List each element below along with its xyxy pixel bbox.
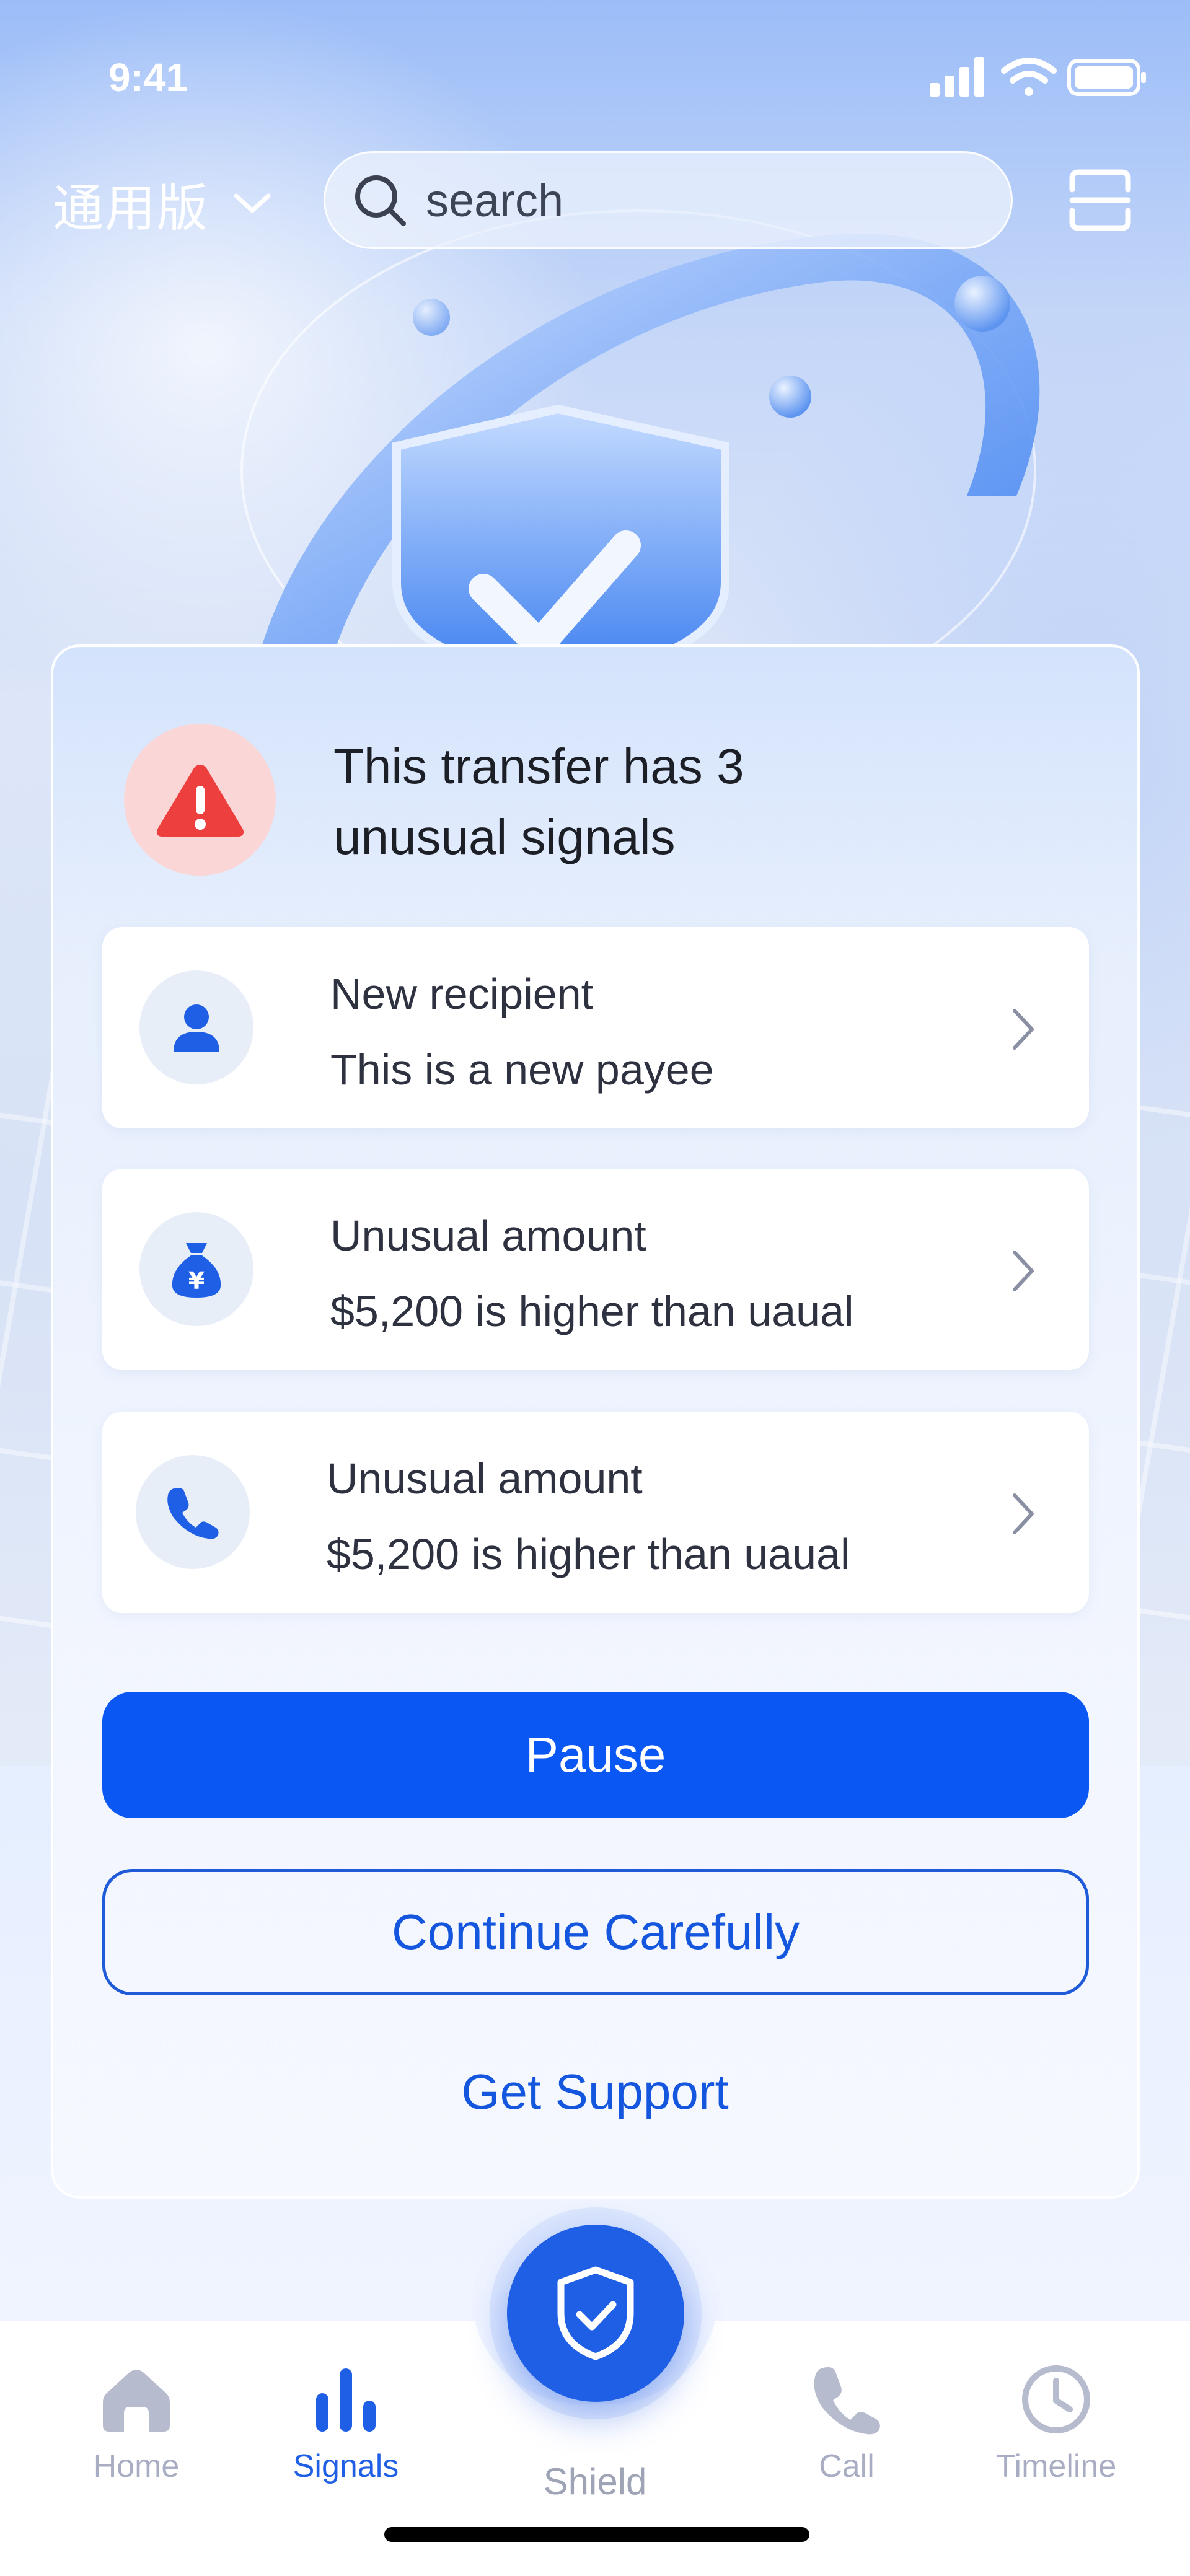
home-icon bbox=[103, 2370, 170, 2432]
tab-home[interactable]: Home bbox=[56, 2362, 217, 2511]
signal-row-new-recipient[interactable]: New recipient This is a new payee bbox=[102, 927, 1089, 1128]
signal-title: New recipient bbox=[330, 970, 594, 1018]
continue-carefully-button[interactable]: Continue Carefully bbox=[102, 1869, 1089, 1995]
clock-icon bbox=[1022, 2365, 1090, 2433]
status-icons bbox=[930, 55, 1147, 101]
tab-label: Call bbox=[819, 2448, 875, 2484]
chevron-down-icon bbox=[234, 193, 271, 213]
home-indicator[interactable] bbox=[384, 2527, 809, 2542]
warning-title-line-2: unusual signals bbox=[333, 809, 676, 864]
tab-label: Home bbox=[93, 2448, 180, 2484]
chevron-right-icon bbox=[1013, 1251, 1034, 1291]
tab-label: Timeline bbox=[995, 2448, 1117, 2484]
signal-title: Unusual amount bbox=[327, 1454, 643, 1503]
money-bag-icon: ¥ bbox=[172, 1243, 221, 1298]
get-support-link[interactable]: Get Support bbox=[409, 2064, 781, 2121]
signal-description: $5,200 is higher than uaual bbox=[327, 1530, 850, 1578]
alert-badge bbox=[124, 724, 276, 876]
search-placeholder: search bbox=[426, 174, 564, 226]
pause-button[interactable]: Pause bbox=[102, 1692, 1089, 1818]
shield-button[interactable] bbox=[507, 2225, 684, 2402]
phone-icon bbox=[167, 1488, 219, 1539]
scan-icon bbox=[1069, 169, 1131, 231]
hero-shield-illustration bbox=[240, 209, 1040, 682]
phone-icon bbox=[814, 2367, 880, 2435]
svg-text:¥: ¥ bbox=[188, 1267, 205, 1295]
warning-title: This transfer has 3 unusual signals bbox=[333, 731, 1015, 873]
tab-call[interactable]: Call bbox=[766, 2362, 927, 2511]
search-input[interactable]: search bbox=[324, 151, 1013, 249]
signal-row-unusual-amount[interactable]: ¥ Unusual amount $5,200 is higher than u… bbox=[102, 1169, 1089, 1370]
signal-bars-icon bbox=[930, 57, 984, 97]
signal-icon-badge: ¥ bbox=[139, 1212, 253, 1326]
warning-triangle-icon bbox=[156, 764, 244, 837]
battery-icon bbox=[1067, 59, 1146, 96]
tab-label: Signals bbox=[293, 2448, 399, 2484]
tab-timeline[interactable]: Timeline bbox=[976, 2362, 1137, 2511]
warning-title-line-1: This transfer has 3 bbox=[333, 739, 744, 794]
chevron-right-icon bbox=[1013, 1009, 1034, 1050]
signal-icon-badge bbox=[139, 970, 253, 1084]
bar-chart-icon bbox=[316, 2368, 376, 2432]
chevron-right-icon bbox=[1013, 1493, 1034, 1534]
status-time: 9:41 bbox=[108, 55, 188, 100]
signal-description: $5,200 is higher than uaual bbox=[330, 1287, 854, 1335]
version-select[interactable]: 通用版 bbox=[53, 166, 272, 240]
signal-description: This is a new payee bbox=[330, 1045, 714, 1094]
search-icon bbox=[355, 175, 406, 226]
signal-row-unusual-call[interactable]: Unusual amount $5,200 is higher than uau… bbox=[102, 1412, 1089, 1613]
tab-shield-label[interactable]: Shield bbox=[471, 2460, 719, 2503]
signal-title: Unusual amount bbox=[330, 1211, 646, 1260]
version-label: 通用版 bbox=[53, 180, 209, 237]
tab-signals[interactable]: Signals bbox=[265, 2362, 426, 2511]
signal-icon-badge bbox=[136, 1455, 250, 1569]
app-screen: 9:41 通用版 search This transfer has 3 unus… bbox=[0, 0, 1190, 2576]
scan-button[interactable] bbox=[1066, 166, 1134, 234]
shield-check-icon bbox=[557, 2266, 634, 2360]
wifi-icon bbox=[1001, 58, 1057, 96]
person-icon bbox=[174, 1004, 219, 1052]
